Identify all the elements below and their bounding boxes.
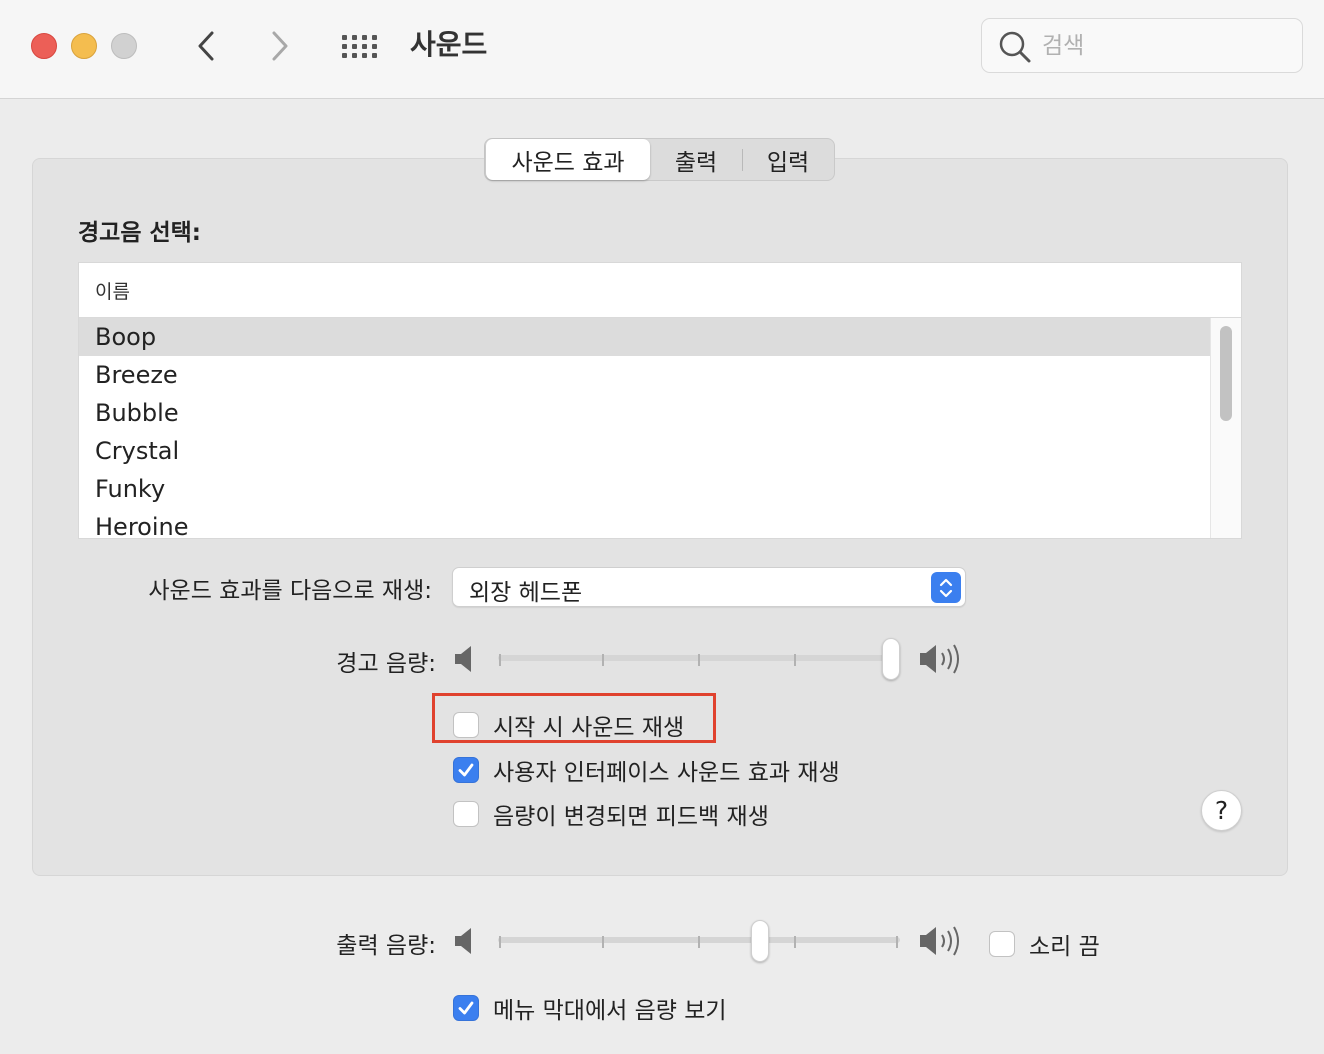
- list-item[interactable]: Breeze: [79, 356, 1211, 394]
- output-volume-label: 출력 음량:: [336, 933, 436, 959]
- alert-sound-label: 경고음 선택:: [78, 220, 202, 246]
- ui-sound-checkbox[interactable]: 사용자 인터페이스 사운드 효과 재생: [453, 753, 840, 787]
- search-input[interactable]: [1042, 31, 1282, 61]
- menu-bar-volume-label: 메뉴 막대에서 음량 보기: [493, 998, 727, 1024]
- play-through-value: 외장 헤드폰: [469, 580, 583, 606]
- speaker-low-icon: [455, 928, 471, 954]
- speaker-high-icon: [920, 926, 959, 956]
- alert-sound-list[interactable]: 이름 Boop Breeze Bubble Crystal Funky Hero…: [78, 262, 1242, 539]
- list-item[interactable]: Funky: [79, 470, 1211, 508]
- window-title: 사운드: [410, 28, 488, 61]
- volume-feedback-label: 음량이 변경되면 피드백 재생: [493, 804, 769, 830]
- startup-sound-checkbox[interactable]: 시작 시 사운드 재생: [453, 708, 684, 742]
- play-through-label: 사운드 효과를 다음으로 재생:: [148, 578, 432, 604]
- search-field[interactable]: [981, 18, 1303, 73]
- help-button[interactable]: ?: [1201, 790, 1242, 831]
- show-all-grid-button[interactable]: [342, 30, 382, 62]
- chevron-right-icon: [272, 31, 288, 61]
- tab-input[interactable]: 입력: [743, 139, 833, 180]
- back-button[interactable]: [186, 26, 226, 66]
- list-item[interactable]: Crystal: [79, 432, 1211, 470]
- speaker-low-icon: [455, 646, 471, 672]
- list-scrollbar[interactable]: [1210, 318, 1241, 538]
- up-down-arrows-icon: [931, 572, 961, 603]
- ui-sound-label: 사용자 인터페이스 사운드 효과 재생: [493, 760, 840, 786]
- tab-bar: 사운드 효과 출력 입력: [484, 138, 835, 181]
- checkbox[interactable]: [453, 995, 479, 1021]
- list-item[interactable]: Heroine: [79, 508, 1211, 538]
- mute-checkbox[interactable]: 소리 끔: [989, 927, 1100, 961]
- volume-feedback-checkbox[interactable]: 음량이 변경되면 피드백 재생: [453, 797, 769, 831]
- startup-sound-label: 시작 시 사운드 재생: [493, 715, 685, 741]
- minimize-window-button[interactable]: [71, 33, 97, 59]
- checkmark-icon: [458, 763, 474, 777]
- menu-bar-volume-checkbox[interactable]: 메뉴 막대에서 음량 보기: [453, 991, 727, 1025]
- checkbox[interactable]: [453, 757, 479, 783]
- zoom-window-button[interactable]: [111, 33, 137, 59]
- alert-volume-knob[interactable]: [882, 638, 900, 680]
- search-icon: [999, 31, 1031, 63]
- close-window-button[interactable]: [31, 33, 57, 59]
- play-through-select[interactable]: 외장 헤드폰: [452, 567, 966, 607]
- checkmark-icon: [458, 1001, 474, 1015]
- output-volume-slider[interactable]: [498, 920, 900, 962]
- title-bar: 사운드: [0, 0, 1324, 99]
- output-volume-knob[interactable]: [751, 920, 769, 962]
- scrollbar-thumb[interactable]: [1220, 326, 1232, 421]
- alert-volume-label: 경고 음량:: [336, 651, 436, 677]
- tab-sound-effects[interactable]: 사운드 효과: [486, 139, 650, 180]
- speaker-high-icon: [920, 644, 959, 674]
- name-column-header[interactable]: 이름: [79, 263, 1241, 318]
- alert-volume-slider[interactable]: [498, 638, 900, 680]
- checkbox[interactable]: [989, 931, 1015, 957]
- chevron-left-icon: [198, 31, 214, 61]
- list-item[interactable]: Boop: [79, 318, 1211, 356]
- checkbox[interactable]: [453, 801, 479, 827]
- tab-output[interactable]: 출력: [650, 139, 742, 180]
- list-item[interactable]: Bubble: [79, 394, 1211, 432]
- checkbox[interactable]: [453, 712, 479, 738]
- mute-label: 소리 끔: [1029, 934, 1100, 960]
- forward-button[interactable]: [260, 26, 300, 66]
